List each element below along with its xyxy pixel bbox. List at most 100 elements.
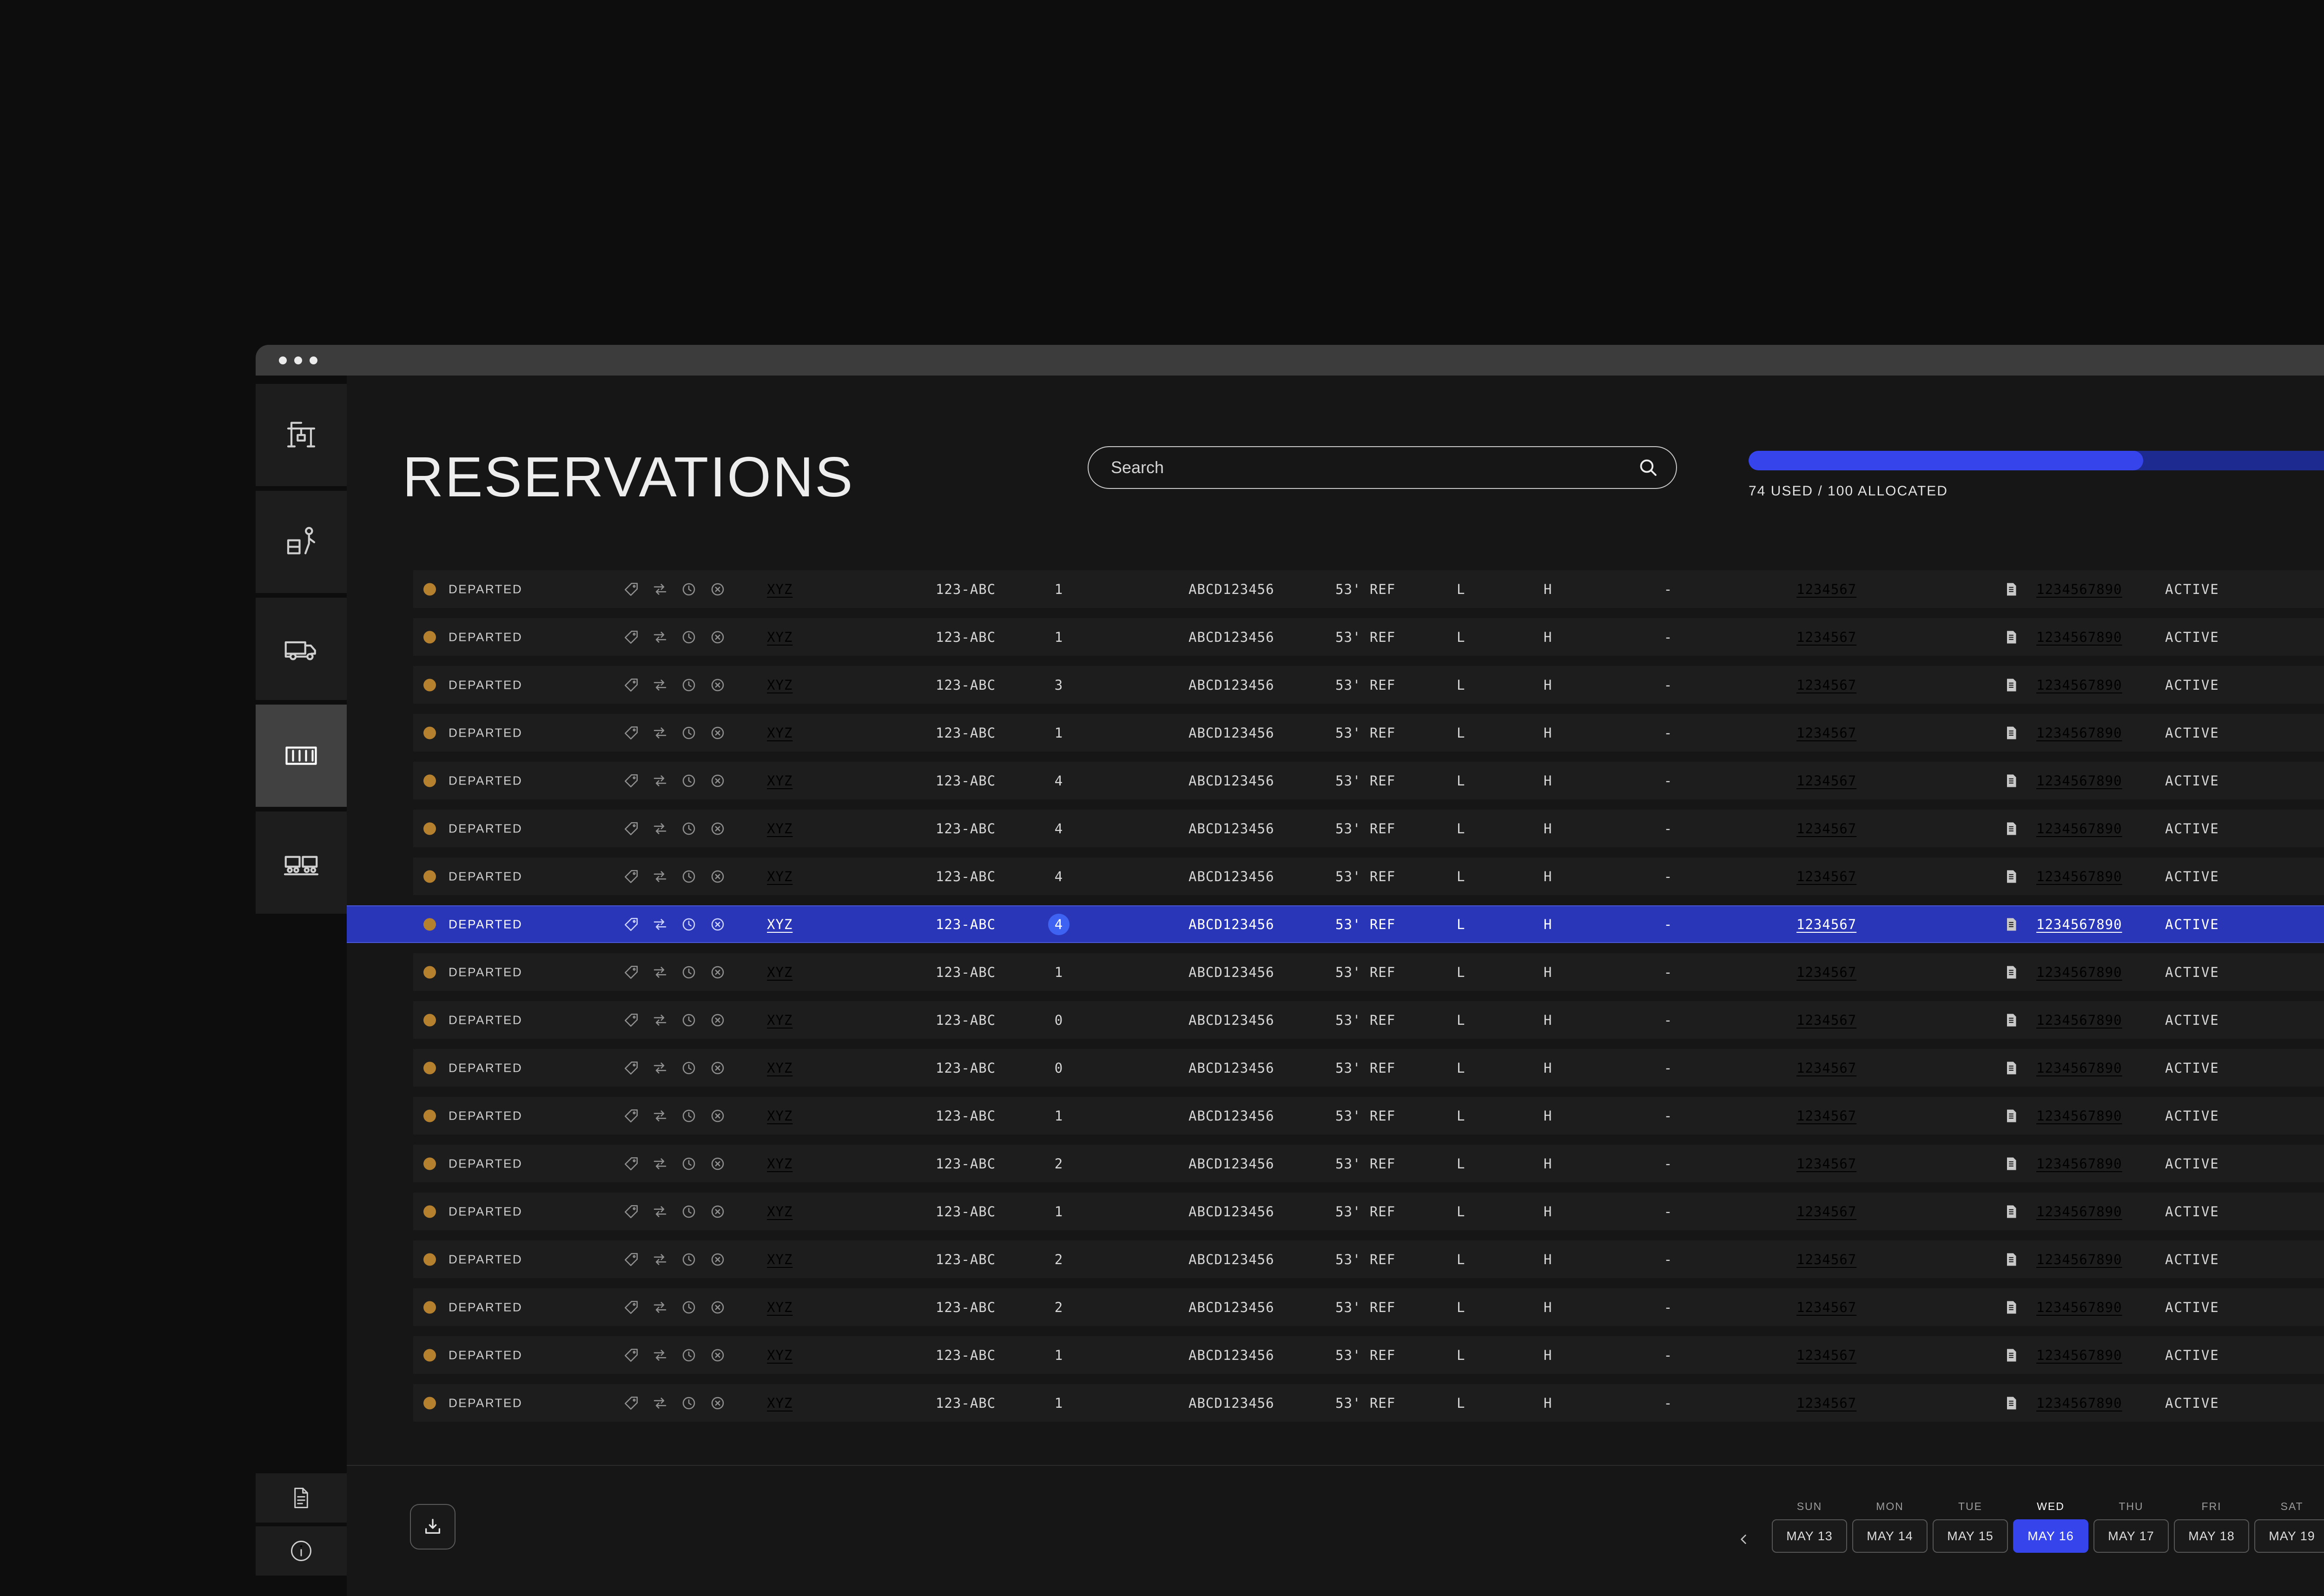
document-icon[interactable]	[2003, 1347, 2020, 1364]
tag-icon[interactable]	[623, 1395, 640, 1411]
clock-icon[interactable]	[680, 820, 697, 837]
carrier-link[interactable]: XYZ	[767, 581, 792, 597]
document-link[interactable]: 1234567890	[2036, 725, 2122, 741]
tag-icon[interactable]	[623, 1155, 640, 1172]
document-link[interactable]: 1234567890	[2036, 869, 2122, 884]
document-icon[interactable]	[2003, 581, 2020, 598]
search-box[interactable]	[1088, 446, 1677, 489]
document-link[interactable]: 1234567890	[2036, 1395, 2122, 1411]
date-button[interactable]: MAY 18	[2174, 1519, 2249, 1553]
document-link[interactable]: 1234567890	[2036, 1156, 2122, 1172]
sidebar-item-driver[interactable]	[256, 491, 347, 593]
document-link[interactable]: 1234567890	[2036, 821, 2122, 837]
tag-icon[interactable]	[623, 725, 640, 741]
cancel-icon[interactable]	[709, 725, 726, 741]
swap-icon[interactable]	[652, 581, 668, 598]
carrier-link[interactable]: XYZ	[767, 1252, 792, 1267]
swap-icon[interactable]	[652, 725, 668, 741]
clock-icon[interactable]	[680, 1251, 697, 1268]
clock-icon[interactable]	[680, 1060, 697, 1076]
swap-icon[interactable]	[652, 1251, 668, 1268]
date-button[interactable]: MAY 13	[1772, 1519, 1847, 1553]
swap-icon[interactable]	[652, 772, 668, 789]
table-row[interactable]: DEPARTED XYZ 123-ABC 2 ABCD123456 53' RE…	[413, 1145, 2324, 1182]
table-row[interactable]: DEPARTED XYZ 123-ABC 4 ABCD123456 53' RE…	[413, 810, 2324, 847]
swap-icon[interactable]	[652, 1060, 668, 1076]
table-row[interactable]: DEPARTED XYZ 123-ABC 4 ABCD123456 53' RE…	[413, 905, 2324, 943]
document-link[interactable]: 1234567890	[2036, 677, 2122, 693]
carrier-link[interactable]: XYZ	[767, 869, 792, 884]
document-link[interactable]: 1234567890	[2036, 1012, 2122, 1028]
carrier-link[interactable]: XYZ	[767, 1156, 792, 1172]
window-control-dot[interactable]	[279, 356, 287, 364]
tag-icon[interactable]	[623, 1251, 640, 1268]
swap-icon[interactable]	[652, 1155, 668, 1172]
window-titlebar[interactable]	[256, 345, 2324, 376]
table-row[interactable]: DEPARTED XYZ 123-ABC 4 ABCD123456 53' RE…	[413, 762, 2324, 799]
table-row[interactable]: DEPARTED XYZ 123-ABC 1 ABCD123456 53' RE…	[413, 570, 2324, 608]
clock-icon[interactable]	[680, 1155, 697, 1172]
cancel-icon[interactable]	[709, 964, 726, 981]
date-button[interactable]: MAY 19	[2254, 1519, 2324, 1553]
prev-dates-button[interactable]	[1734, 1522, 1754, 1557]
carrier-link[interactable]: XYZ	[767, 1204, 792, 1220]
document-link[interactable]: 1234567890	[2036, 1347, 2122, 1363]
document-link[interactable]: 1234567890	[2036, 629, 2122, 645]
tag-icon[interactable]	[623, 1347, 640, 1364]
booking-link[interactable]: 1234567	[1796, 821, 1856, 837]
document-link[interactable]: 1234567890	[2036, 1108, 2122, 1124]
tag-icon[interactable]	[623, 916, 640, 933]
document-icon[interactable]	[2003, 1155, 2020, 1172]
tag-icon[interactable]	[623, 1108, 640, 1124]
document-icon[interactable]	[2003, 1012, 2020, 1029]
document-link[interactable]: 1234567890	[2036, 773, 2122, 789]
carrier-link[interactable]: XYZ	[767, 1395, 792, 1411]
date-button[interactable]: MAY 16	[2013, 1519, 2088, 1553]
document-icon[interactable]	[2003, 1251, 2020, 1268]
booking-link[interactable]: 1234567	[1796, 1108, 1856, 1124]
carrier-link[interactable]: XYZ	[767, 1012, 792, 1028]
cancel-icon[interactable]	[709, 820, 726, 837]
swap-icon[interactable]	[652, 629, 668, 646]
carrier-link[interactable]: XYZ	[767, 773, 792, 789]
clock-icon[interactable]	[680, 772, 697, 789]
carrier-link[interactable]: XYZ	[767, 629, 792, 645]
clock-icon[interactable]	[680, 1347, 697, 1364]
cancel-icon[interactable]	[709, 1012, 726, 1029]
booking-link[interactable]: 1234567	[1796, 1204, 1856, 1220]
swap-icon[interactable]	[652, 1203, 668, 1220]
booking-link[interactable]: 1234567	[1796, 1347, 1856, 1363]
tag-icon[interactable]	[623, 964, 640, 981]
cancel-icon[interactable]	[709, 581, 726, 598]
document-icon[interactable]	[2003, 629, 2020, 646]
window-control-dot[interactable]	[294, 356, 302, 364]
carrier-link[interactable]: XYZ	[767, 1347, 792, 1363]
swap-icon[interactable]	[652, 964, 668, 981]
booking-link[interactable]: 1234567	[1796, 1299, 1856, 1315]
date-button[interactable]: MAY 17	[2093, 1519, 2169, 1553]
document-icon[interactable]	[2003, 772, 2020, 789]
booking-link[interactable]: 1234567	[1796, 677, 1856, 693]
clock-icon[interactable]	[680, 868, 697, 885]
document-link[interactable]: 1234567890	[2036, 1060, 2122, 1076]
tag-icon[interactable]	[623, 1012, 640, 1029]
clock-icon[interactable]	[680, 964, 697, 981]
booking-link[interactable]: 1234567	[1796, 629, 1856, 645]
clock-icon[interactable]	[680, 1395, 697, 1411]
search-icon[interactable]	[1637, 456, 1659, 479]
clock-icon[interactable]	[680, 677, 697, 693]
clock-icon[interactable]	[680, 1203, 697, 1220]
document-icon[interactable]	[2003, 1108, 2020, 1124]
tag-icon[interactable]	[623, 868, 640, 885]
table-row[interactable]: DEPARTED XYZ 123-ABC 1 ABCD123456 53' RE…	[413, 618, 2324, 656]
booking-link[interactable]: 1234567	[1796, 725, 1856, 741]
table-row[interactable]: DEPARTED XYZ 123-ABC 1 ABCD123456 53' RE…	[413, 953, 2324, 991]
swap-icon[interactable]	[652, 916, 668, 933]
cancel-icon[interactable]	[709, 1347, 726, 1364]
table-row[interactable]: DEPARTED XYZ 123-ABC 1 ABCD123456 53' RE…	[413, 1097, 2324, 1134]
cancel-icon[interactable]	[709, 677, 726, 693]
booking-link[interactable]: 1234567	[1796, 964, 1856, 980]
table-row[interactable]: DEPARTED XYZ 123-ABC 2 ABCD123456 53' RE…	[413, 1288, 2324, 1326]
tag-icon[interactable]	[623, 820, 640, 837]
tag-icon[interactable]	[623, 1299, 640, 1316]
